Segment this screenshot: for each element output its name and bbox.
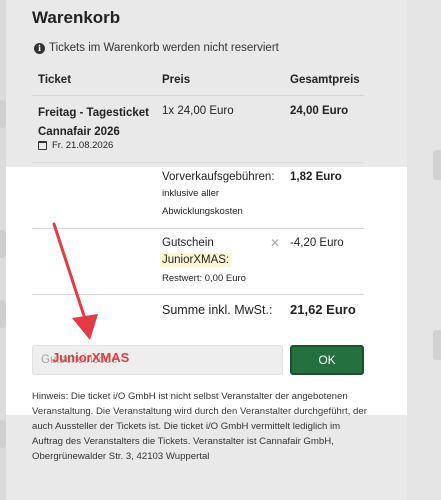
voucher-code: JuniorXMAS: [160, 253, 232, 267]
calendar-icon [38, 141, 47, 150]
ticket-date-text: Fr. 21.08.2026 [52, 140, 114, 151]
divider [32, 95, 364, 96]
fees-label: Vorverkaufsgebühren: [162, 171, 275, 183]
column-header-ticket: Ticket [38, 74, 72, 86]
reservation-notice: i Tickets im Warenkorb werden nicht rese… [34, 42, 279, 54]
right-edge-strip [407, 0, 441, 500]
divider [32, 294, 364, 295]
voucher-label: Gutschein [162, 237, 214, 249]
organizer-note: Hinweis: Die ticket i/O GmbH ist nicht s… [32, 391, 367, 462]
fees-sublabel: inklusive aller [162, 188, 220, 199]
column-header-price: Preis [162, 74, 191, 86]
close-icon[interactable]: ✕ [270, 236, 280, 250]
ticket-date: Fr. 21.08.2026 [38, 140, 113, 151]
ticket-name: Freitag - Tagesticket Cannafair 2026 [38, 104, 158, 142]
right-edge-tab [433, 330, 441, 360]
divider [32, 228, 364, 229]
voucher-remaining: Restwert: 0,00 Euro [162, 273, 246, 284]
left-edge-tab [0, 420, 6, 448]
ticket-price: 1x 24,00 Euro [162, 105, 234, 117]
notice-text: Tickets im Warenkorb werden nicht reserv… [49, 42, 279, 54]
info-icon: i [34, 42, 45, 54]
apply-coupon-button[interactable]: OK [290, 345, 364, 375]
sum-value: 21,62 Euro [290, 302, 356, 317]
left-edge-tab [0, 100, 6, 128]
voucher-code-text: JuniorXMAS: [160, 253, 232, 267]
fees-total: 1,82 Euro [290, 171, 342, 183]
right-edge-tab [433, 150, 441, 180]
sum-label: Summe inkl. MwSt.: [162, 303, 273, 317]
voucher-total: -4,20 Euro [290, 237, 344, 249]
fees-sublabel: Abwicklungskosten [162, 206, 243, 217]
ticket-total: 24,00 Euro [290, 105, 349, 117]
divider [32, 162, 364, 163]
ticket-name-line: Freitag - Tagesticket [38, 107, 149, 119]
page-title: Warenkorb [32, 8, 121, 27]
coupon-code-input[interactable] [32, 345, 283, 375]
column-header-total: Gesamtpreis [290, 74, 360, 86]
